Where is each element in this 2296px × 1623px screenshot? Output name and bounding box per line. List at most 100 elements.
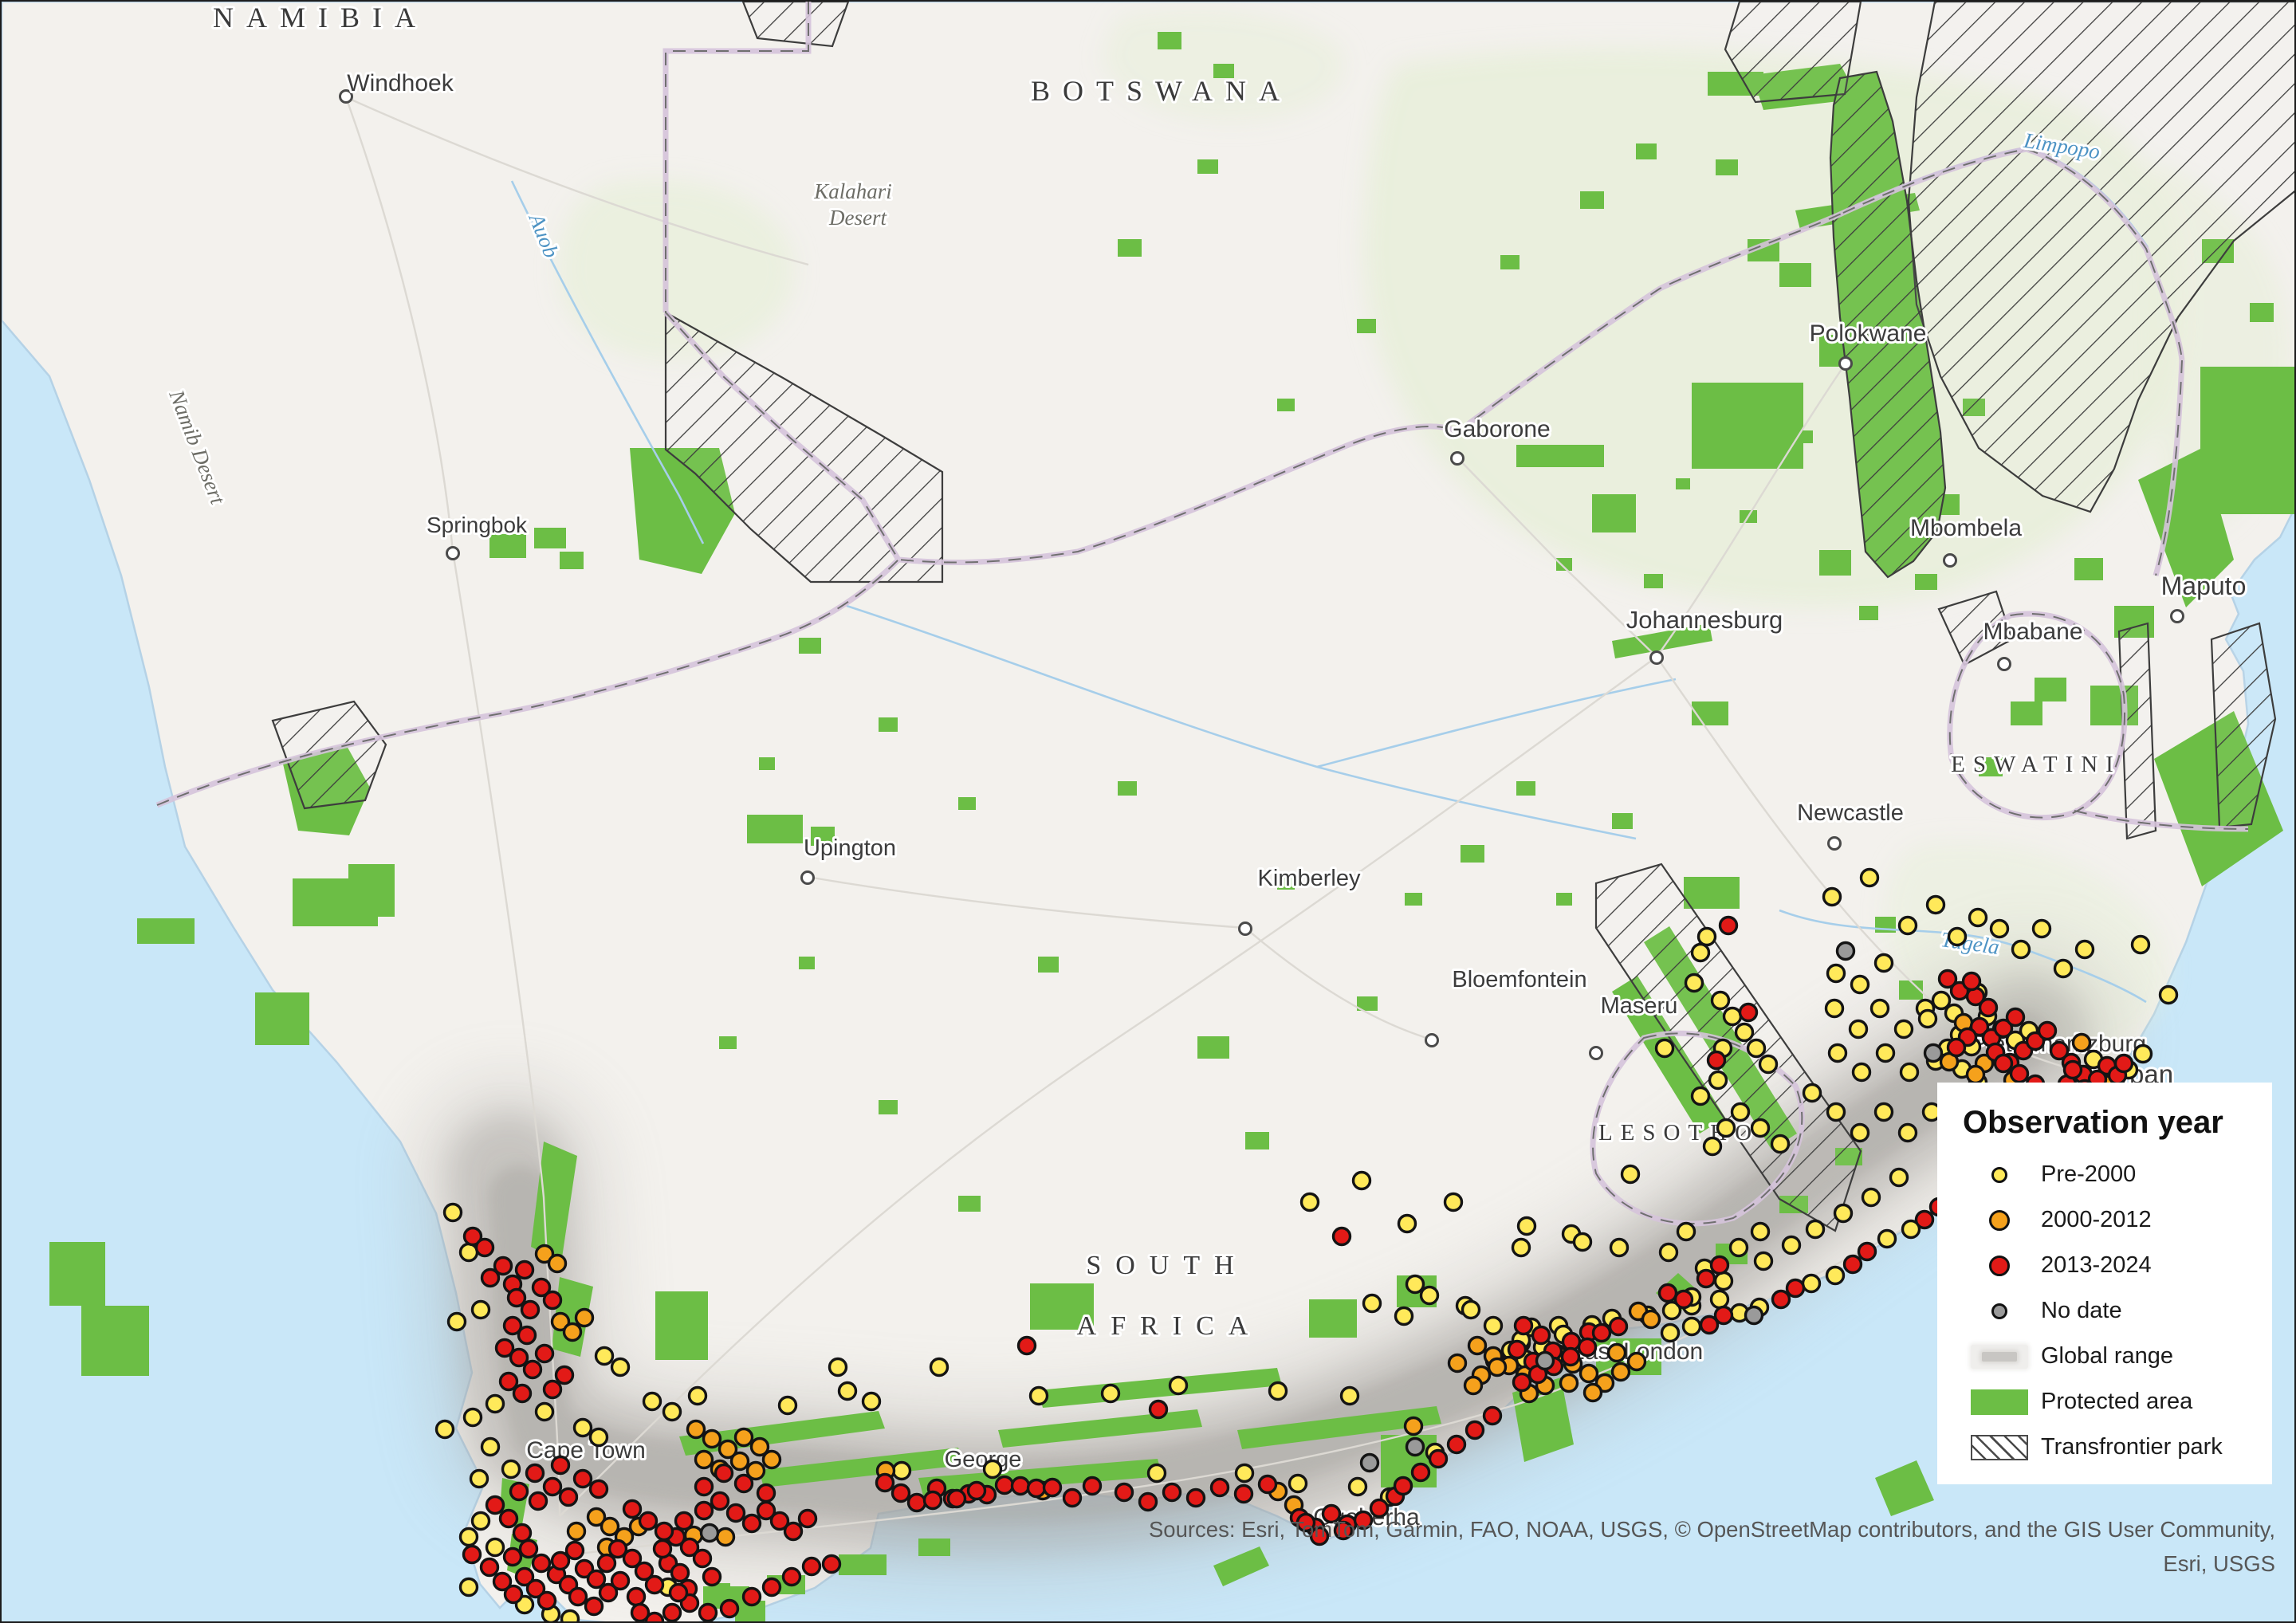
observation-point-2013-2024 — [599, 1555, 615, 1572]
observation-point-pre2000 — [596, 1348, 613, 1365]
observation-point-2013-2024 — [1563, 1349, 1579, 1366]
global-range-swatch-icon — [1971, 1345, 2028, 1369]
observation-point-2013-2024 — [1028, 1480, 1045, 1497]
legend-item-no-date: No date — [1958, 1298, 2251, 1324]
observation-point-2013-2024 — [712, 1493, 729, 1510]
city-label-maputo: Maputo — [2161, 572, 2247, 600]
observation-point-2013-2024 — [545, 1292, 561, 1309]
observation-point-2013-2024 — [517, 1262, 533, 1279]
observation-point-pre2000 — [1854, 1064, 1870, 1081]
observation-point-pre2000 — [1290, 1476, 1307, 1492]
transfrontier-park-swatch-icon — [1971, 1435, 2028, 1460]
observation-point-pre2000 — [1879, 1231, 1896, 1248]
city-marker-gaborone — [1452, 453, 1464, 465]
legend-title: Observation year — [1963, 1105, 2251, 1141]
observation-point-pre2000 — [839, 1383, 856, 1400]
observation-point-2013-2024 — [1516, 1318, 1532, 1334]
observation-point-2013-2024 — [1064, 1490, 1081, 1507]
observation-point-pre2000 — [1445, 1194, 1462, 1211]
observation-point-pre2000 — [1835, 1205, 1852, 1222]
observation-point-pre2000 — [1803, 1275, 1820, 1292]
attribution: Sources: Esri, TomTom, Garmin, FAO, NOAA… — [1079, 1513, 2275, 1581]
observation-point-pre2000 — [461, 1579, 478, 1596]
observation-point-2013-2024 — [784, 1569, 800, 1586]
observation-point-pre2000 — [482, 1439, 499, 1456]
observation-point-2013-2024 — [1845, 1256, 1862, 1273]
observation-point-pre2000 — [830, 1359, 847, 1376]
observation-point-2013-2024 — [482, 1270, 499, 1287]
observation-point-2000-2012 — [1613, 1364, 1630, 1381]
observation-point-2000-2012 — [732, 1453, 749, 1470]
observation-point-2013-2024 — [530, 1493, 547, 1510]
observation-point-2000-2012 — [576, 1310, 593, 1326]
pre2000-point-icon — [1991, 1167, 2007, 1183]
observation-point-2013-2024 — [1212, 1480, 1229, 1496]
observation-point-2013-2024 — [647, 1613, 663, 1623]
observation-point-pre2000 — [2077, 941, 2094, 958]
observation-point-2000-2012 — [2074, 1035, 2090, 1051]
observation-point-pre2000 — [1622, 1166, 1639, 1183]
observation-point-pre2000 — [2013, 941, 2030, 958]
observation-point-2013-2024 — [511, 1350, 528, 1366]
observation-point-pre2000 — [1852, 1125, 1869, 1142]
country-label-south: SOUTH — [1086, 1251, 1248, 1280]
city-marker-polokwane — [1840, 358, 1852, 370]
observation-point-pre2000 — [2133, 937, 2149, 953]
observation-point-2000-2012 — [1609, 1345, 1626, 1362]
observation-point-pre2000 — [1896, 1021, 1913, 1038]
no-date-point-icon — [1991, 1303, 2007, 1319]
observation-point-pre2000 — [1872, 1000, 1889, 1017]
observation-point-2013-2024 — [758, 1485, 775, 1502]
observation-point-no-date — [1838, 943, 1854, 960]
observation-point-pre2000 — [1724, 1008, 1741, 1025]
observation-point-2013-2024 — [552, 1457, 569, 1474]
observation-point-pre2000 — [2034, 921, 2050, 937]
observation-point-2013-2024 — [676, 1513, 693, 1530]
observation-point-pre2000 — [1662, 1325, 1679, 1342]
observation-point-2013-2024 — [1948, 1039, 1965, 1056]
observation-point-2013-2024 — [482, 1559, 498, 1576]
observation-point-pre2000 — [1712, 1291, 1728, 1308]
observation-point-pre2000 — [445, 1204, 462, 1221]
legend-item-global-range: Global range — [1958, 1343, 2251, 1370]
observation-point-pre2000 — [1760, 1056, 1777, 1073]
observation-point-2000-2012 — [1449, 1355, 1466, 1372]
observation-point-2013-2024 — [764, 1579, 780, 1596]
observation-point-pre2000 — [1342, 1388, 1358, 1405]
observation-point-no-date — [702, 1525, 718, 1542]
observation-point-2000-2012 — [1968, 1067, 1984, 1083]
observation-point-pre2000 — [1485, 1318, 1502, 1334]
observation-point-pre2000 — [473, 1302, 489, 1318]
city-marker-springbok — [447, 548, 459, 560]
observation-point-pre2000 — [1876, 955, 1893, 972]
observation-point-pre2000 — [1718, 1120, 1735, 1137]
observation-point-pre2000 — [591, 1429, 607, 1446]
observation-point-2013-2024 — [545, 1381, 561, 1398]
observation-point-pre2000 — [664, 1404, 681, 1421]
city-marker-maputo — [2172, 611, 2184, 623]
observation-point-2013-2024 — [700, 1605, 717, 1621]
observation-point-pre2000 — [1824, 889, 1841, 906]
observation-point-2013-2024 — [672, 1565, 689, 1582]
observation-point-pre2000 — [1396, 1308, 1413, 1325]
observation-point-2013-2024 — [655, 1541, 671, 1558]
observation-point-2013-2024 — [1430, 1451, 1447, 1468]
observation-point-2013-2024 — [2007, 1009, 2024, 1026]
observation-point-2000-2012 — [718, 1529, 734, 1546]
city-marker-mbombela — [1944, 555, 1956, 567]
observation-point-2013-2024 — [533, 1555, 550, 1572]
observation-point-pre2000 — [1710, 1072, 1727, 1089]
observation-point-pre2000 — [1850, 1021, 1867, 1038]
observation-point-no-date — [1925, 1045, 1942, 1062]
observation-point-2013-2024 — [1773, 1291, 1790, 1308]
observation-point-pre2000 — [1364, 1295, 1381, 1312]
observation-point-2013-2024 — [464, 1546, 481, 1563]
map-canvas[interactable]: KalahariDesertNamib DesertAuobLimpopoTug… — [0, 0, 2296, 1623]
observation-point-pre2000 — [1991, 921, 2008, 937]
observation-point-pre2000 — [1657, 1040, 1673, 1057]
observation-point-pre2000 — [1891, 1169, 1908, 1186]
observation-point-2013-2024 — [522, 1302, 539, 1318]
observation-point-2000-2012 — [1629, 1354, 1645, 1370]
observation-point-2013-2024 — [696, 1503, 713, 1519]
observation-point-2013-2024 — [728, 1505, 745, 1522]
